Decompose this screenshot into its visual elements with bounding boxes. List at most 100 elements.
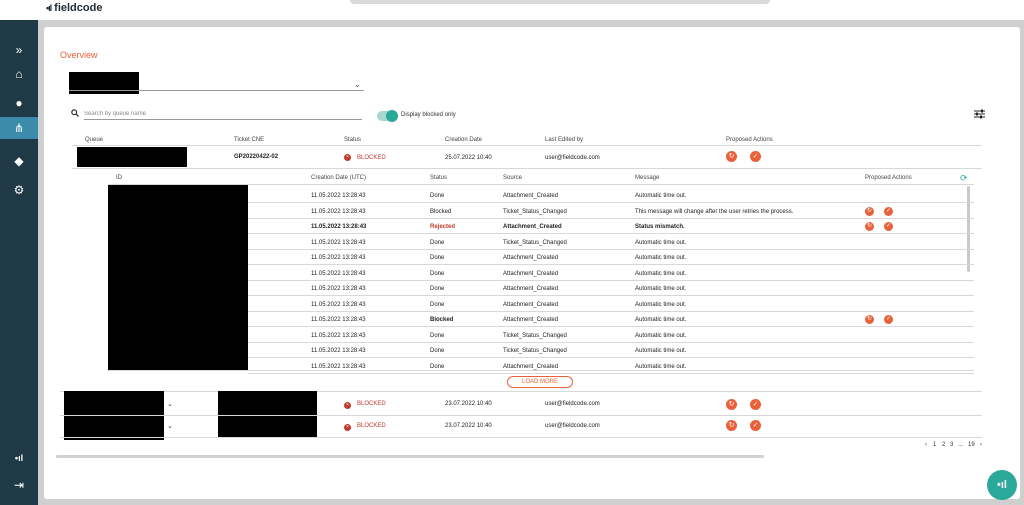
- sub-status: Blocked: [430, 209, 452, 215]
- sub-message: Automatic time out.: [635, 348, 687, 354]
- row-divider: [60, 415, 982, 416]
- last-edited-by: user@fieldcode.com: [545, 401, 600, 407]
- expand-icon[interactable]: »: [0, 42, 38, 58]
- pagination-next[interactable]: ›: [980, 442, 982, 448]
- sub-table-bottom: [108, 370, 974, 371]
- header-queue: Queue: [85, 137, 104, 143]
- pagination-prev[interactable]: ‹: [925, 442, 927, 448]
- page-1[interactable]: 1: [933, 442, 936, 448]
- thumbs-up-icon[interactable]: ✓: [750, 151, 761, 162]
- sub-creation-date: 11.05.2022 13:28:43: [311, 286, 366, 292]
- settings-icon[interactable]: ⚙: [0, 182, 38, 198]
- header-creation-date: Creation Date: [445, 137, 483, 143]
- sub-creation-date: 11.05.2022 13:28:43: [311, 348, 366, 354]
- sub-message: Automatic time out.: [635, 333, 687, 339]
- sub-creation-date: 11.05.2022 13:28:43: [311, 333, 366, 339]
- last-edited-by: user@fieldcode.com: [545, 155, 600, 161]
- sub-row-divider: [248, 373, 974, 374]
- sub-row-divider: [248, 249, 974, 250]
- sub-creation-date: 11.05.2022 13:28:43: [311, 193, 366, 199]
- header-ticket: Ticket CNE: [234, 137, 265, 143]
- display-blocked-toggle[interactable]: [377, 110, 398, 122]
- ticket-redacted: [218, 416, 317, 437]
- logo-mark: •ıl: [46, 3, 52, 13]
- expand-row-icon[interactable]: ⌄: [167, 400, 173, 408]
- thumbs-up-icon[interactable]: ✓: [750, 420, 761, 431]
- sub-status: Blocked: [430, 317, 454, 323]
- sub-source: Ticket_Status_Changed: [503, 348, 567, 354]
- page-ellipsis: ...: [958, 442, 964, 448]
- logo-text: fieldcode: [54, 2, 103, 14]
- creation-date: 25.07.2022 10:40: [445, 155, 492, 161]
- retry-icon[interactable]: ↻: [726, 151, 737, 162]
- header-last-edited: Last Edited by: [545, 137, 584, 143]
- sub-table-scrollbar[interactable]: [967, 186, 970, 272]
- sub-header-message: Message: [635, 175, 660, 181]
- queue-dropdown-underline: [69, 90, 364, 91]
- sub-status: Done: [430, 333, 445, 339]
- sub-row-divider: [248, 280, 974, 281]
- retry-icon[interactable]: ↻: [726, 399, 737, 410]
- horizontal-scrollbar[interactable]: [56, 455, 764, 458]
- creation-date: 23.07.2022 10:40: [445, 401, 492, 407]
- sub-source: Ticket_Status_Changed: [503, 209, 567, 215]
- status-badge: BLOCKED: [357, 155, 386, 161]
- home-icon[interactable]: ⌂: [0, 66, 38, 82]
- search-icon: [71, 109, 79, 117]
- sub-status: Done: [430, 271, 445, 277]
- sub-row-divider: [248, 218, 974, 219]
- sub-source: Attachment_Created: [503, 193, 559, 199]
- sub-source: Ticket_Status_Changed: [503, 333, 567, 339]
- sub-message: Automatic time out.: [635, 286, 687, 292]
- thumbs-up-icon[interactable]: ✓: [884, 315, 893, 324]
- ticket-cne: GP20220422-02: [234, 154, 279, 160]
- sub-header-status: Status: [430, 175, 448, 181]
- sub-message: Automatic time out.: [635, 302, 687, 308]
- page-2[interactable]: 2: [942, 442, 945, 448]
- chevron-down-icon[interactable]: ⌄: [354, 80, 361, 89]
- sub-message: Automatic time out.: [635, 240, 687, 246]
- sub-header-source: Source: [503, 175, 523, 181]
- sub-source: Attachment_Created: [503, 271, 559, 277]
- sub-status: Done: [430, 255, 445, 261]
- page-19[interactable]: 19: [968, 442, 975, 448]
- sub-row-divider: [248, 342, 974, 343]
- retry-icon[interactable]: ↻: [865, 207, 874, 216]
- search-input[interactable]: [84, 108, 362, 120]
- expand-row-icon[interactable]: ⌄: [167, 422, 173, 430]
- workflow-icon[interactable]: ⋔: [0, 117, 38, 139]
- refresh-icon[interactable]: ⟳: [960, 173, 968, 184]
- sub-creation-date: 11.05.2022 13:28:43: [311, 240, 366, 246]
- filter-settings-icon[interactable]: [974, 109, 985, 119]
- sub-status: Done: [430, 193, 445, 199]
- sub-creation-date: 11.05.2022 13:28:43: [311, 255, 366, 261]
- sub-creation-date: 11.05.2022 13:28:43: [311, 271, 366, 277]
- thumbs-up-icon[interactable]: ✓: [750, 399, 761, 410]
- sub-row-divider: [248, 326, 974, 327]
- sub-source: Attachment_Created: [503, 255, 559, 261]
- thumbs-up-icon[interactable]: ✓: [884, 207, 893, 216]
- sub-creation-date: 11.05.2022 13:28:43: [311, 209, 366, 215]
- car-icon[interactable]: ◆: [0, 153, 38, 169]
- sub-status: Done: [430, 286, 445, 292]
- header-status: Status: [344, 137, 362, 143]
- row-divider: [60, 391, 982, 392]
- sub-status: Rejected: [430, 224, 456, 230]
- blocked-icon: ×: [344, 424, 351, 431]
- sub-status: Done: [430, 240, 445, 246]
- sub-row-divider: [248, 357, 974, 358]
- user-icon[interactable]: ●: [0, 95, 38, 111]
- fieldcode-icon[interactable]: •ıl: [0, 450, 38, 466]
- page-3[interactable]: 3: [950, 442, 953, 448]
- status-badge: BLOCKED: [357, 401, 386, 407]
- thumbs-up-icon[interactable]: ✓: [884, 222, 893, 231]
- retry-icon[interactable]: ↻: [726, 420, 737, 431]
- retry-icon[interactable]: ↻: [865, 315, 874, 324]
- toggle-label: Display blocked only: [401, 112, 456, 118]
- top-bar: •ıl fieldcode: [0, 0, 1024, 20]
- retry-icon[interactable]: ↻: [865, 222, 874, 231]
- sub-row-divider: [248, 202, 974, 203]
- logout-icon[interactable]: ⇥: [0, 477, 38, 493]
- fieldcode-assistant-button[interactable]: •ıl: [987, 470, 1017, 500]
- load-more-button[interactable]: LOAD MORE: [507, 376, 573, 388]
